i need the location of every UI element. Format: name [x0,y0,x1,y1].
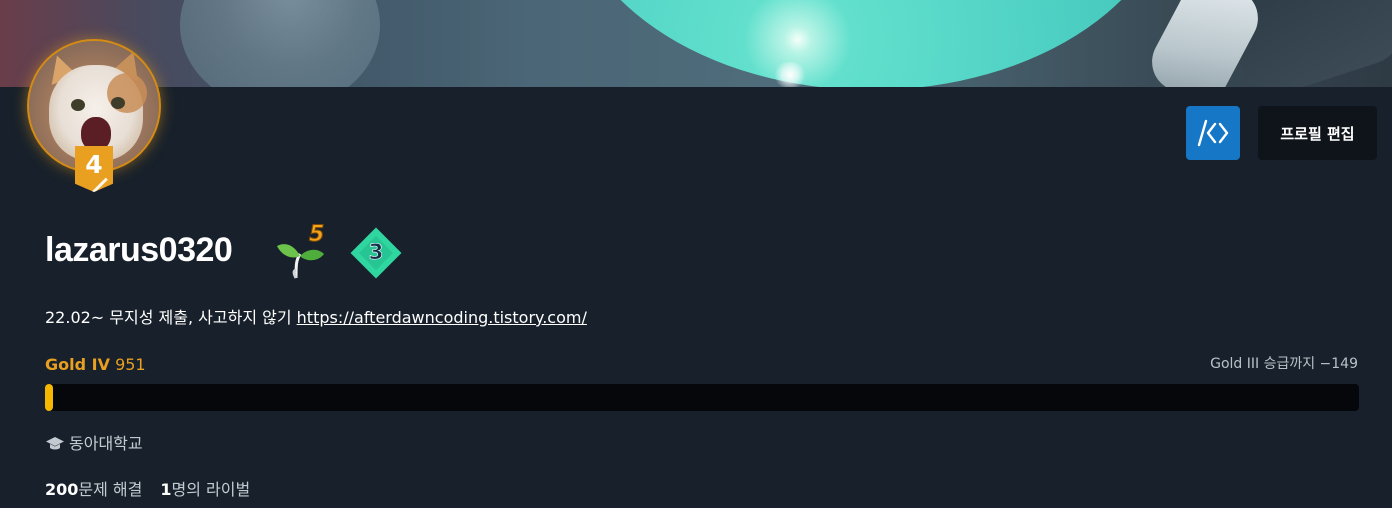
banner-shape [180,0,380,87]
bio: 22.02~ 무지성 제출, 사고하지 않기 https://afterdawn… [45,306,587,330]
username: lazarus0320 [45,231,233,269]
code-view-button[interactable] [1186,106,1240,160]
code-brackets-icon [1197,119,1229,147]
avatar-detail [111,97,125,109]
school-name: 동아대학교 [69,434,143,453]
rating-value: 951 [115,355,146,374]
class-level: 5 [308,222,325,248]
avatar-detail [71,99,85,111]
banner-sphere [566,0,1176,87]
school[interactable]: 동아대학교 [45,432,143,456]
tier-badge: 4 [75,146,113,192]
solved-stat[interactable]: 200문제 해결 [45,478,142,502]
class-badge[interactable]: 5 [274,222,334,280]
solved-count: 200 [45,480,79,499]
avatar-detail [81,117,111,151]
profile-banner [0,0,1392,87]
next-tier-text: Gold III 승급까지 −149 [1210,356,1358,372]
rival-stat[interactable]: 1명의 라이벌 [160,478,250,502]
banner-highlight [772,62,808,87]
edit-profile-button[interactable]: 프로필 편집 [1258,106,1377,160]
bio-text: 22.02~ 무지성 제출, 사고하지 않기 [45,308,297,327]
rating-summary: Gold IV 951 [45,354,146,376]
solved-label: 문제 해결 [78,480,143,499]
arena-badge[interactable]: 3 [346,223,406,283]
stats-row: 200문제 해결 1명의 라이벌 [45,478,250,502]
rating-progress-bar [45,384,1359,411]
sprout-icon [277,244,324,279]
bio-link[interactable]: https://afterdawncoding.tistory.com/ [297,308,587,327]
tier-name: Gold IV [45,355,110,374]
arena-rank: 3 [368,240,384,265]
rival-label: 명의 라이벌 [171,480,251,499]
rating-progress-fill [45,384,53,411]
rival-count: 1 [160,480,172,499]
graduation-cap-icon [46,437,64,450]
